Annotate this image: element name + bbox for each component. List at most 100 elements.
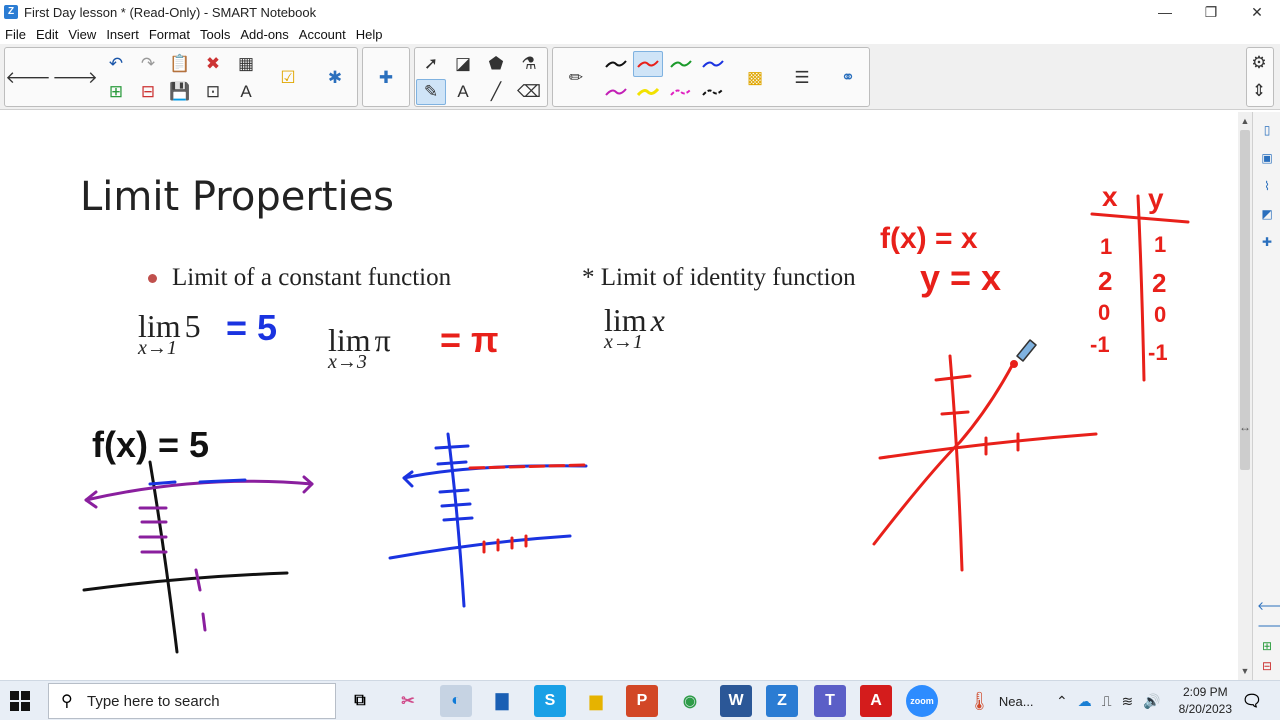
redo-button[interactable]: ↷ [133, 51, 163, 77]
menu-view[interactable]: View [63, 27, 101, 42]
page-sorter-tab[interactable]: ▯ [1257, 120, 1277, 140]
paste-button[interactable]: 📋 [165, 51, 195, 77]
save-button[interactable]: 💾 [165, 79, 195, 105]
notifications-button[interactable]: 🗨 [1236, 685, 1268, 717]
menu-help[interactable]: Help [351, 27, 388, 42]
shapes-tool[interactable]: ◪ [448, 51, 478, 77]
attachments-tab[interactable]: ⌇ [1257, 176, 1277, 196]
chrome-button[interactable]: ◉ [674, 685, 706, 717]
pen-magenta[interactable] [601, 79, 631, 105]
delete-page-button[interactable]: ⊟ [133, 79, 163, 105]
pen-black-dashed[interactable] [698, 79, 728, 105]
fill-tool[interactable]: ⬟ [481, 51, 511, 77]
zoom-button[interactable]: zoom [906, 685, 938, 717]
scroll-down-arrow[interactable]: ▼ [1238, 664, 1252, 678]
volume-icon[interactable]: 🔊 [1143, 693, 1160, 710]
skype-button[interactable]: S [534, 685, 566, 717]
screen-shade-button[interactable]: ⊡ [198, 79, 228, 105]
pen-yellow[interactable] [633, 79, 663, 105]
acrobat-button[interactable]: A [860, 685, 892, 717]
response-button[interactable]: ☑ [273, 65, 303, 91]
magic-pen-tool[interactable]: ⚗ [514, 51, 544, 77]
task-view-button[interactable]: ⧉ [344, 685, 376, 717]
menu-edit[interactable]: Edit [31, 27, 63, 42]
color-palette-button[interactable]: ▩ [740, 65, 770, 91]
select-tool[interactable]: ➚ [416, 51, 446, 77]
pen-stroke-pink-dashed-icon [670, 88, 692, 96]
menu-addons[interactable]: Add-ons [235, 27, 293, 42]
vertical-scrollbar[interactable]: ▲ ↔ ▼ [1238, 112, 1252, 680]
powerpoint-button[interactable]: P [626, 685, 658, 717]
prev-page-tab[interactable]: 🡐 [1257, 596, 1280, 616]
onedrive-icon[interactable]: ☁ [1078, 693, 1092, 710]
pen-green[interactable] [666, 51, 696, 77]
scroll-up-arrow[interactable]: ▲ [1238, 114, 1252, 128]
clock[interactable]: 2:09 PM 8/20/2023 [1179, 684, 1232, 718]
start-button[interactable] [10, 691, 30, 711]
move-toolbar-button[interactable]: ⇕ [1245, 78, 1273, 104]
text-recognition-button[interactable]: A [231, 79, 261, 105]
notebook-page[interactable]: Limit Properties Limit of a constant fun… [0, 112, 1238, 680]
previous-page-button[interactable]: 🡐 [5, 65, 51, 91]
weather-widget[interactable]: 🌡 Nea... [968, 681, 1034, 721]
gallery-tab[interactable]: ▣ [1257, 148, 1277, 168]
eraser-tool[interactable]: ⌫ [514, 79, 544, 105]
line-style-icon: ☰ [794, 68, 810, 87]
updown-arrow-icon: ⇕ [1251, 81, 1267, 100]
resize-handle-icon[interactable]: ↔ [1238, 420, 1252, 434]
settings-button[interactable]: ⚙ [1245, 50, 1273, 76]
pen-tool[interactable]: ✎ [416, 79, 446, 105]
file-explorer-button[interactable]: ▆ [580, 685, 612, 717]
delete-page-small-icon: ⊟ [1261, 659, 1273, 673]
menu-format[interactable]: Format [144, 27, 195, 42]
properties-tab[interactable]: ◩ [1257, 204, 1277, 224]
undo-button[interactable]: ↶ [101, 51, 131, 77]
scroll-thumb[interactable] [1240, 130, 1250, 470]
properties-button[interactable]: ⚭ [833, 65, 863, 91]
teams-button[interactable]: T [814, 685, 846, 717]
menu-insert[interactable]: Insert [101, 27, 144, 42]
network-icon[interactable]: ⎍ [1102, 693, 1112, 710]
line-tool[interactable]: ╱ [481, 79, 511, 105]
pen-blue[interactable] [698, 51, 728, 77]
ink-graph2-arrow [402, 470, 414, 488]
minimize-button[interactable]: — [1142, 0, 1188, 24]
delete-button[interactable]: ✖ [198, 51, 228, 77]
pen-black[interactable] [601, 51, 631, 77]
next-page-button[interactable]: 🡒 [52, 65, 98, 91]
maximize-button[interactable]: ❐ [1188, 0, 1234, 24]
color-grid-icon: ▩ [746, 68, 764, 87]
arrow-left-icon: 🡐 [5, 68, 51, 87]
search-placeholder: Type here to search [87, 692, 220, 710]
add-page-button[interactable]: ⊞ [101, 79, 131, 105]
close-button[interactable]: ✕ [1234, 0, 1280, 24]
widgets-button[interactable]: ✚ [371, 65, 401, 91]
addon-puzzle-icon: ✚ [1261, 235, 1273, 249]
word-button[interactable]: W [720, 685, 752, 717]
chevron-up-icon[interactable]: ⌃ [1056, 693, 1068, 710]
menu-tools[interactable]: Tools [195, 27, 235, 42]
edge-button[interactable]: ◐ [440, 685, 472, 717]
delete-page-tab[interactable]: ⊟ [1257, 656, 1277, 676]
arrow-right-small-icon: 🡒 [1257, 619, 1280, 633]
smart-notebook-button[interactable]: Z [766, 685, 798, 717]
text-tool[interactable]: A [448, 79, 478, 105]
table-button[interactable]: ▦ [231, 51, 261, 77]
notebook-icon: Z [777, 692, 787, 709]
next-page-tab[interactable]: 🡒 [1257, 616, 1280, 636]
snipping-tool-button[interactable]: ✂ [392, 685, 424, 717]
pen-pink-dashed[interactable] [666, 79, 696, 105]
addons-button[interactable]: ✱ [320, 65, 350, 91]
taskbar-search[interactable]: ⚲ Type here to search [48, 683, 336, 719]
pen-type-button[interactable]: ✏ [561, 65, 591, 91]
store-button[interactable]: ▇ [486, 685, 518, 717]
add-page-tab[interactable]: ⊞ [1257, 636, 1277, 656]
wifi-icon[interactable]: ≋ [1122, 693, 1134, 710]
menu-account[interactable]: Account [294, 27, 351, 42]
menu-file[interactable]: File [0, 27, 31, 42]
pen-red[interactable] [633, 51, 663, 77]
addons-tab[interactable]: ✚ [1257, 232, 1277, 252]
line-style-button[interactable]: ☰ [787, 65, 817, 91]
puzzle-icon: ✱ [327, 68, 343, 87]
ink-graph3-point [1010, 360, 1018, 368]
